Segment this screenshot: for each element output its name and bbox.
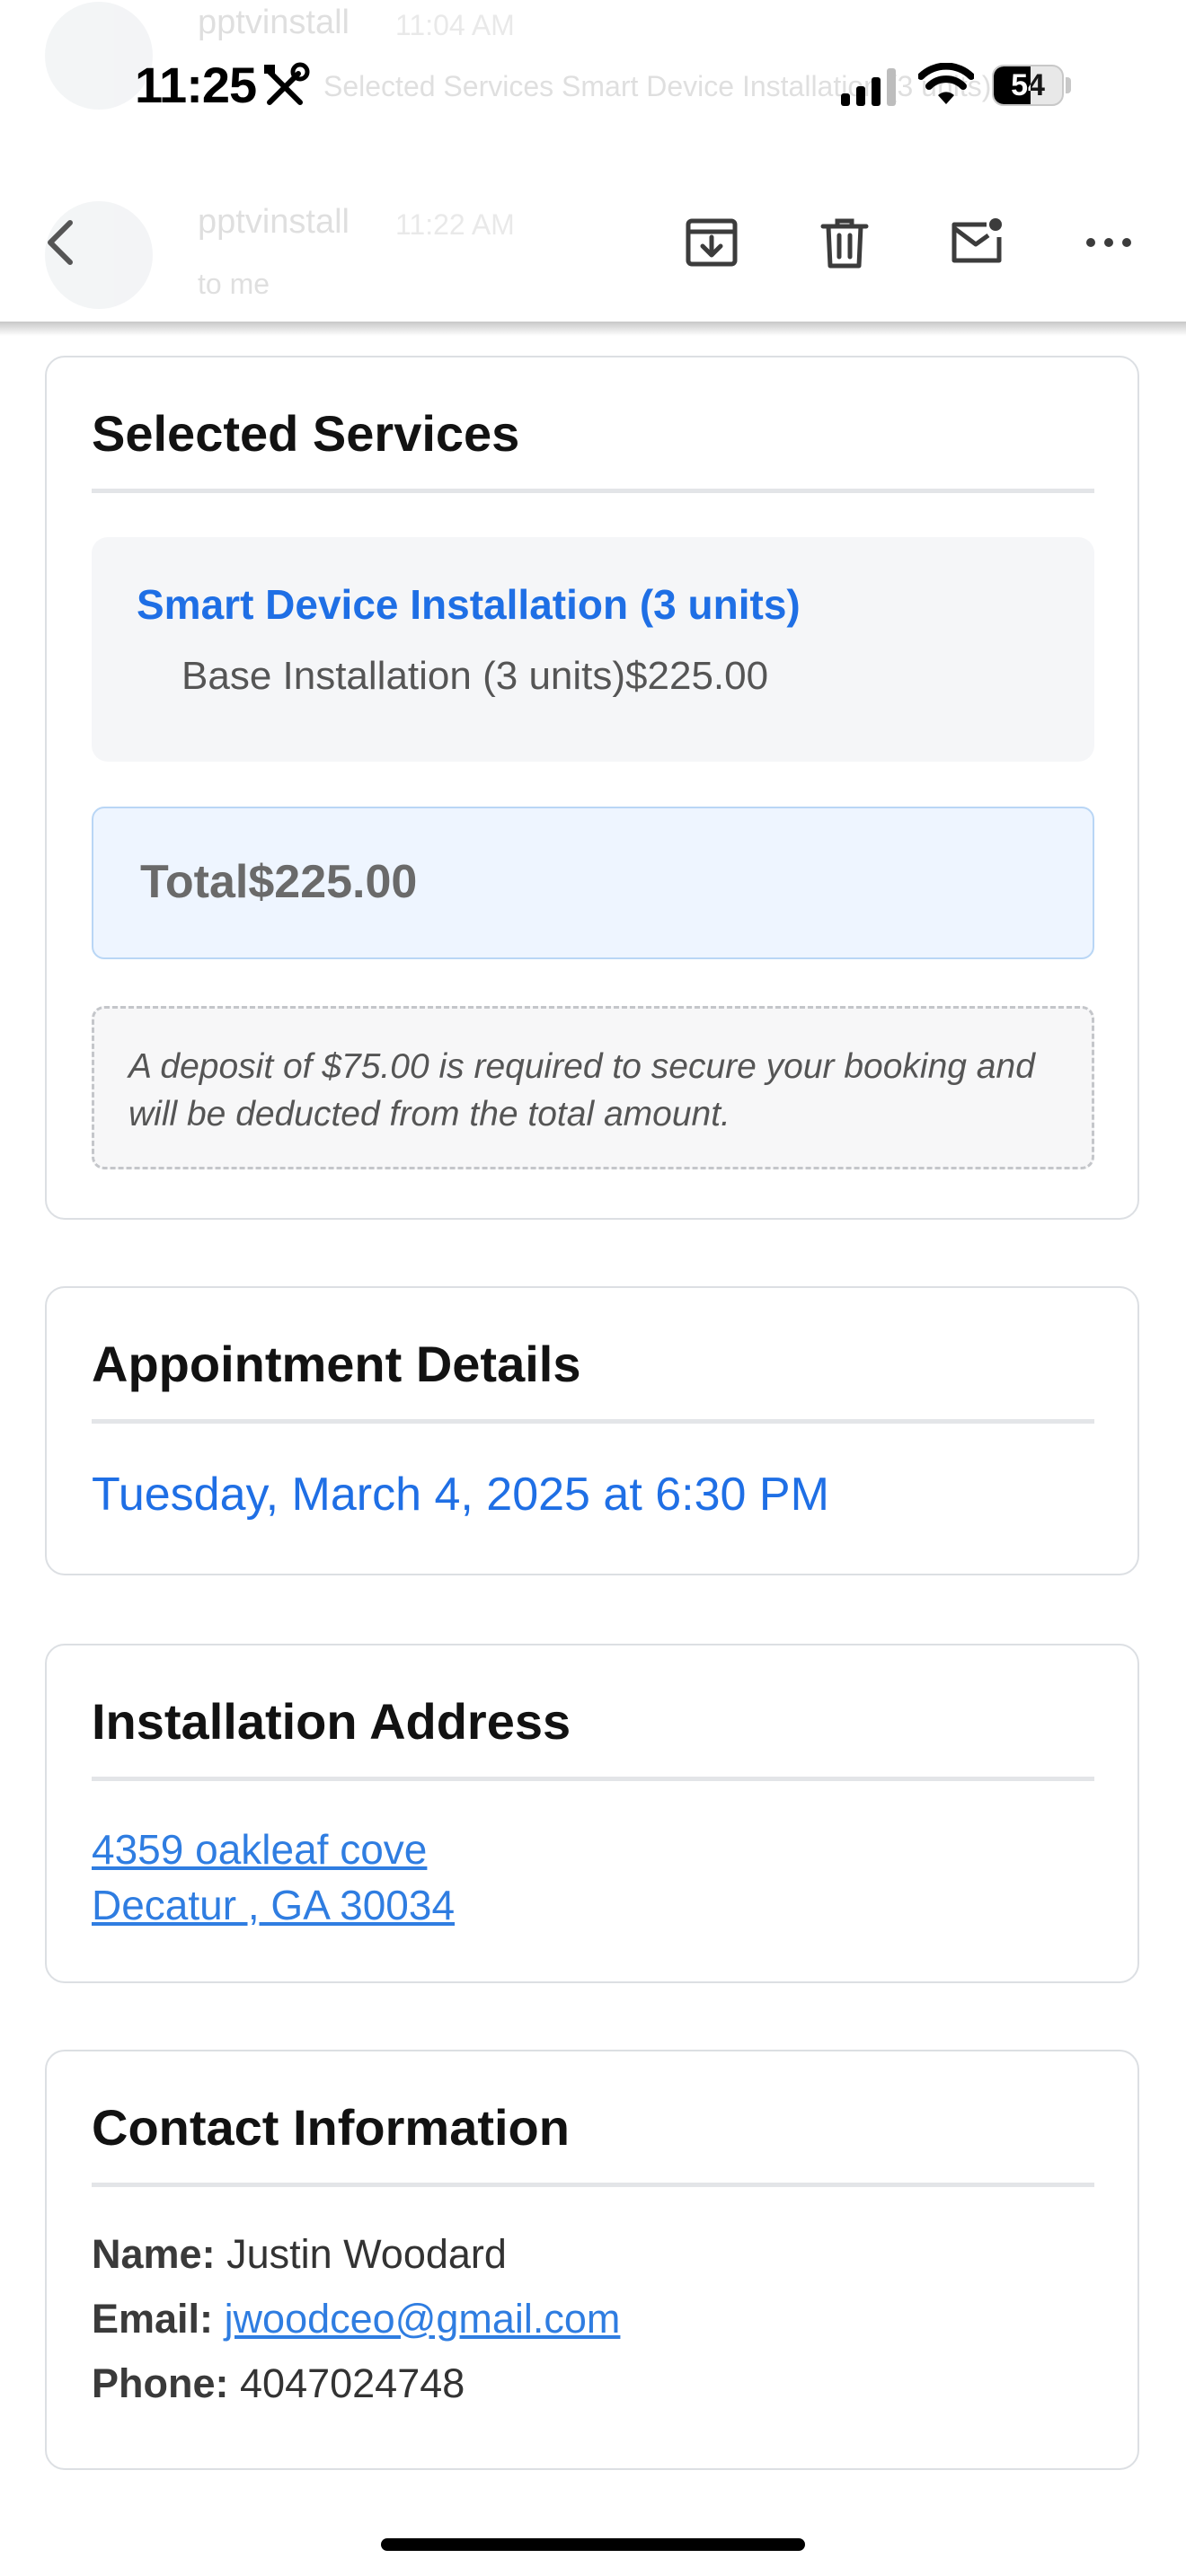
home-indicator[interactable] [381, 2538, 805, 2551]
section-heading: Contact Information [92, 2099, 570, 2156]
archive-button[interactable] [676, 207, 748, 278]
contact-card: Contact Information Name: Justin Woodard… [45, 2050, 1139, 2470]
more-icon [1086, 238, 1131, 247]
address-line-1-link[interactable]: 4359 oakleaf cove [92, 1825, 427, 1874]
contact-phone-row: Phone: 4047024748 [92, 2360, 465, 2407]
battery-level: 54 [1011, 68, 1045, 102]
tools-icon [264, 62, 310, 105]
section-heading: Selected Services [92, 405, 520, 462]
section-divider [92, 489, 1094, 493]
section-heading: Installation Address [92, 1693, 571, 1750]
contact-name-row: Name: Justin Woodard [92, 2231, 507, 2278]
service-item: Smart Device Installation (3 units) Base… [92, 537, 1094, 762]
contact-phone: 4047024748 [240, 2360, 465, 2406]
phone-label: Phone: [92, 2360, 229, 2406]
signal-icon [841, 68, 896, 106]
email-label: Email: [92, 2296, 214, 2342]
total-amount: Total$225.00 [140, 856, 418, 908]
section-divider [92, 2183, 1094, 2187]
battery-icon: 54 [992, 65, 1073, 106]
thread-snippet: Selected Services Smart Device Installat… [323, 70, 1016, 102]
section-heading: Appointment Details [92, 1336, 581, 1392]
total-box: Total$225.00 [92, 807, 1094, 959]
status-time: 11:25 [135, 57, 257, 113]
back-button[interactable] [27, 207, 99, 278]
back-chevron-icon [48, 220, 73, 265]
contact-email-row: Email: jwoodceo@gmail.com [92, 2296, 620, 2342]
appointment-card: Appointment Details Tuesday, March 4, 20… [45, 1286, 1139, 1575]
appointment-datetime: Tuesday, March 4, 2025 at 6:30 PM [92, 1469, 829, 1521]
section-divider [92, 1777, 1094, 1781]
mark-unread-button[interactable] [940, 207, 1012, 278]
service-line-item: Base Installation (3 units)$225.00 [181, 654, 769, 698]
contact-name: Justin Woodard [226, 2231, 507, 2277]
trash-icon [820, 218, 869, 269]
service-name: Smart Device Installation (3 units) [137, 581, 801, 628]
deposit-note-box: A deposit of $75.00 is required to secur… [92, 1006, 1094, 1169]
email-toolbar [0, 171, 1186, 336]
archive-icon [686, 218, 738, 267]
wifi-icon [918, 63, 974, 104]
delete-button[interactable] [809, 207, 881, 278]
more-button[interactable] [1073, 207, 1145, 278]
mark-unread-icon [951, 218, 1002, 263]
selected-services-card: Selected Services Smart Device Installat… [45, 356, 1139, 1220]
thread-sender: pptvinstall [198, 4, 350, 41]
contact-email-link[interactable]: jwoodceo@gmail.com [225, 2296, 621, 2342]
thread-time: 11:04 AM [395, 9, 515, 41]
deposit-note: A deposit of $75.00 is required to secur… [128, 1047, 1035, 1134]
section-divider [92, 1419, 1094, 1424]
address-card: Installation Address 4359 oakleaf cove D… [45, 1644, 1139, 1983]
address-line-2-link[interactable]: Decatur , GA 30034 [92, 1881, 455, 1929]
name-label: Name: [92, 2231, 216, 2277]
toolbar-shadow [0, 322, 1186, 336]
